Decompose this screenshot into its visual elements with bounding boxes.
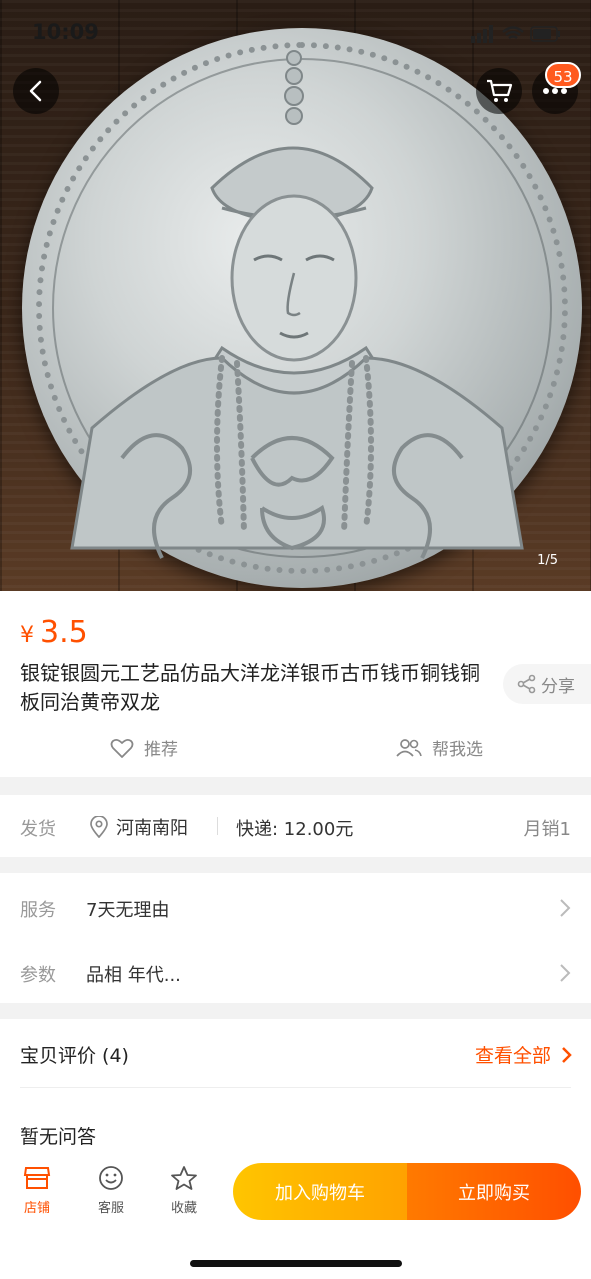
view-all-reviews-link[interactable]: 查看全部: [475, 1041, 573, 1068]
ship-location: 河南南阳: [90, 814, 188, 840]
share-icon: [517, 674, 536, 694]
signal-icon: [471, 36, 475, 43]
recommend-button[interactable]: 推荐: [110, 735, 178, 760]
service-label: 服务: [20, 900, 56, 921]
heart-icon: [110, 738, 134, 758]
image-counter: 1/5: [537, 553, 558, 568]
product-detail-page: 10:09 53 1/5 ¥ 3.5 银锭银圆元工艺品仿品大洋龙洋银币古币钱币铜…: [0, 0, 591, 1279]
status-icons: [471, 25, 560, 43]
divider: [20, 1087, 571, 1088]
people-icon: [396, 738, 422, 757]
shop-label: 店铺: [23, 1201, 50, 1216]
help-pick-label: 帮我选: [432, 740, 483, 760]
bottom-action-bar: 店铺 客服 收藏 加入购物车 立即购买: [0, 1155, 591, 1279]
service-tab-label: 客服: [97, 1201, 124, 1216]
recommend-label: 推荐: [144, 740, 178, 760]
product-title: 银锭银圆元工艺品仿品大洋龙洋银币古币钱币铜钱铜板同治黄帝双龙: [20, 661, 480, 714]
shipping-label: 发货: [20, 819, 56, 840]
chevron-right-icon: [560, 899, 571, 917]
favorite-label: 收藏: [170, 1201, 197, 1216]
location-pin-icon: [90, 816, 108, 838]
monthly-sales: 月销1: [523, 819, 571, 840]
params-row[interactable]: 参数 品相 年代...: [0, 941, 591, 1001]
divider: [217, 817, 218, 835]
price-value: 3.5: [40, 615, 88, 650]
params-value: 品相 年代...: [86, 965, 181, 986]
customer-service-icon: [99, 1166, 123, 1190]
ship-location-text: 河南南阳: [116, 818, 188, 839]
home-indicator: [190, 1260, 402, 1267]
back-button[interactable]: [13, 68, 59, 114]
reviews-title: 宝贝评价 (4): [20, 1045, 129, 1067]
product-image-carousel[interactable]: 10:09 53 1/5: [0, 0, 591, 591]
status-bar: 10:09: [0, 0, 591, 70]
shop-tab[interactable]: 店铺: [7, 1165, 67, 1216]
chevron-left-icon: [29, 80, 42, 102]
shop-icon: [23, 1167, 51, 1189]
add-to-cart-button[interactable]: 加入购物车: [233, 1163, 407, 1220]
service-value: 7天无理由: [86, 900, 170, 921]
buy-now-button[interactable]: 立即购买: [407, 1163, 581, 1220]
service-params-card: 服务 7天无理由 参数 品相 年代...: [0, 873, 591, 1003]
star-icon: [171, 1166, 197, 1190]
share-label: 分享: [541, 676, 575, 697]
wifi-icon: [502, 26, 524, 40]
help-pick-button[interactable]: 帮我选: [396, 735, 483, 760]
view-all-label: 查看全部: [474, 1045, 551, 1067]
cart-icon: [487, 79, 513, 102]
cart-button[interactable]: [476, 68, 522, 114]
customer-service-tab[interactable]: 客服: [81, 1165, 141, 1216]
status-time: 10:09: [32, 20, 99, 44]
product-price: ¥3.5: [20, 615, 88, 650]
share-button[interactable]: 分享: [503, 664, 591, 704]
chevron-right-icon: [560, 964, 571, 982]
currency-symbol: ¥: [20, 623, 34, 648]
qa-empty-text: 暂无问答: [20, 1126, 97, 1148]
service-row[interactable]: 服务 7天无理由: [0, 876, 591, 936]
product-info-card: ¥3.5 银锭银圆元工艺品仿品大洋龙洋银币古币钱币铜钱铜板同治黄帝双龙 分享 推…: [0, 591, 591, 777]
params-label: 参数: [20, 965, 56, 986]
chevron-right-icon: [562, 1046, 572, 1063]
favorite-tab[interactable]: 收藏: [154, 1165, 214, 1216]
shipping-row: 发货 河南南阳 快递: 12.00元 月销1: [0, 795, 591, 857]
shipping-fee: 快递: 12.00元: [236, 819, 354, 840]
cart-count-badge: 53: [545, 62, 581, 88]
